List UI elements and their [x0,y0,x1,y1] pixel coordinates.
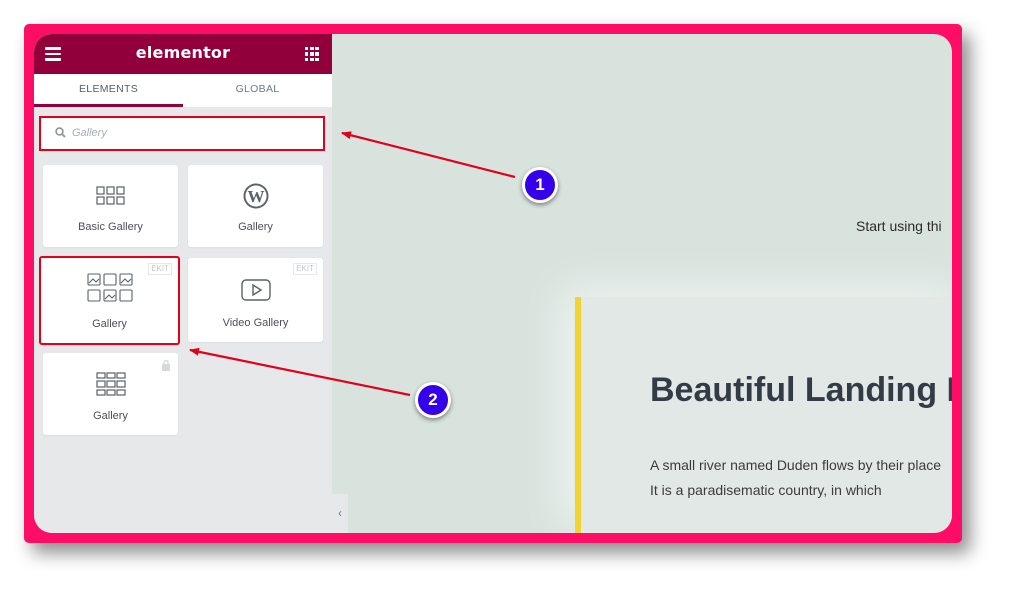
annotation-marker-2: 2 [415,382,451,418]
arrow-to-gallery [189,347,411,397]
arrow-to-search [341,131,516,179]
annotation-marker-1: 1 [522,167,558,203]
annotation-arrows [189,131,516,397]
